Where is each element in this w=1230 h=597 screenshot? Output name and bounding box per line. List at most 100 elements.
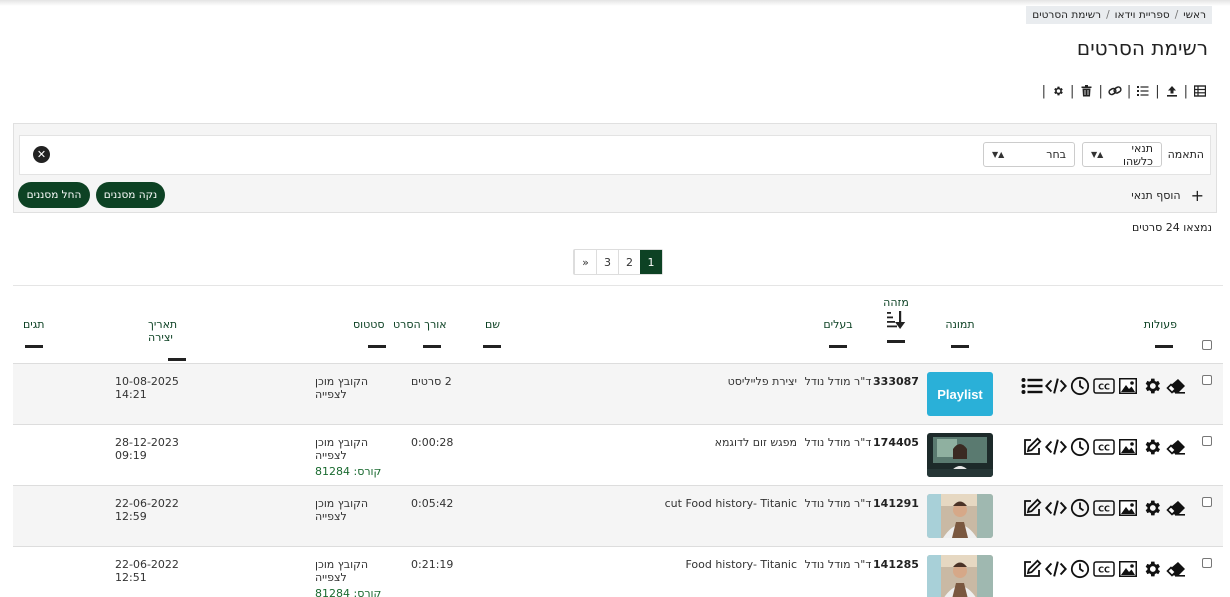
list-icon[interactable] [1021, 375, 1043, 397]
video-name[interactable]: יצירת פלייליסט [728, 375, 797, 388]
col-owner-label: בעלים [823, 318, 853, 331]
breadcrumb-home[interactable]: ראשי [1183, 9, 1206, 21]
edit-icon[interactable] [1021, 497, 1043, 519]
clock-icon[interactable] [1069, 436, 1091, 458]
col-duration[interactable]: אורך הסרט [393, 286, 483, 364]
toolbar-separator: | [1098, 83, 1103, 99]
condition-select[interactable]: תנאי כלשהו ▲▼ [1082, 141, 1162, 168]
filter-panel: התאמה תנאי כלשהו ▲▼ בחר ▲▼ ✕ + הוסף תנאי… [13, 123, 1217, 213]
thumbnail-image[interactable] [927, 555, 993, 597]
condition-select-value: תנאי כלשהו [1122, 141, 1153, 168]
captions-icon[interactable]: CC [1093, 497, 1115, 519]
gear-icon[interactable] [1141, 497, 1163, 519]
image-icon[interactable] [1117, 558, 1139, 580]
sort-dash-icon [483, 345, 501, 348]
eraser-icon[interactable] [1165, 375, 1187, 397]
sort-dash-icon [368, 345, 386, 348]
table-icon[interactable] [1192, 83, 1208, 99]
image-icon[interactable] [1117, 497, 1139, 519]
tags-cell [13, 547, 108, 597]
course-link[interactable]: קורס: 81284 [315, 465, 393, 478]
sort-dash-icon [168, 358, 186, 361]
status-text: הקובץ מוכן לצפייה [315, 375, 369, 401]
select-all-checkbox[interactable] [1202, 340, 1212, 350]
col-id[interactable]: מזהה [873, 286, 919, 364]
page-2[interactable]: 2 [618, 250, 640, 274]
next-page-button[interactable]: » [574, 250, 596, 274]
image-cell [919, 425, 1001, 486]
video-name[interactable]: Food history- Titanic [685, 558, 797, 571]
gear-icon[interactable] [1050, 83, 1066, 99]
add-condition-button[interactable]: + הוסף תנאי [1131, 186, 1204, 205]
gear-icon[interactable] [1141, 375, 1163, 397]
breadcrumb-video-library[interactable]: ספריית וידאו [1115, 9, 1170, 21]
apply-filters-button[interactable]: החל מסננים [18, 182, 90, 208]
image-icon[interactable] [1117, 375, 1139, 397]
captions-icon[interactable]: CC [1093, 558, 1115, 580]
toolbar-separator: | [1041, 83, 1047, 99]
eraser-icon[interactable] [1165, 558, 1187, 580]
col-duration-label: אורך הסרט [393, 318, 447, 331]
col-actions[interactable]: פעולות [1001, 286, 1191, 364]
course-link[interactable]: קורס: 81284 [315, 587, 393, 597]
row-select-cell [1191, 547, 1223, 597]
image-icon[interactable] [1117, 436, 1139, 458]
col-tags[interactable]: תגים [13, 286, 108, 364]
owner-cell: ד"ר מודל נודל [804, 375, 872, 388]
thumbnail-image[interactable] [927, 433, 993, 477]
remove-condition-icon[interactable]: ✕ [33, 146, 50, 163]
col-name[interactable]: שם [483, 286, 803, 364]
eraser-icon[interactable] [1165, 436, 1187, 458]
thumbnail-playlist[interactable]: Playlist [927, 372, 993, 416]
col-status[interactable]: סטטוס [203, 286, 393, 364]
row-checkbox[interactable] [1202, 558, 1212, 568]
col-owner[interactable]: בעלים [803, 286, 873, 364]
captions-icon[interactable]: CC [1093, 436, 1115, 458]
id-cell: 174405 [873, 436, 919, 449]
clock-icon[interactable] [1069, 497, 1091, 519]
link-icon[interactable] [1107, 83, 1123, 99]
clock-icon[interactable] [1069, 375, 1091, 397]
name-cell: יצירת פלייליסט [483, 364, 803, 425]
row-checkbox[interactable] [1202, 375, 1212, 385]
gear-icon[interactable] [1141, 558, 1163, 580]
col-id-label: מזהה [883, 296, 909, 309]
row-checkbox[interactable] [1202, 497, 1212, 507]
video-name[interactable]: cut Food history- Titanic [665, 497, 797, 510]
sort-descending-icon[interactable] [873, 310, 919, 333]
code-icon[interactable] [1045, 497, 1067, 519]
page-3[interactable]: 3 [596, 250, 618, 274]
row-checkbox[interactable] [1202, 436, 1212, 446]
video-name[interactable]: מפגש זום לדוגמא [715, 436, 797, 449]
col-created[interactable]: תאריך יצירה [108, 286, 203, 364]
col-image[interactable]: תמונה [919, 286, 1001, 364]
col-created-label: תאריך יצירה [148, 318, 178, 344]
sort-dash-icon [887, 340, 905, 343]
code-icon[interactable] [1045, 436, 1067, 458]
duration-cell: 0:00:28 [411, 436, 454, 449]
owner-cell: ד"ר מודל נודל [804, 436, 872, 449]
trash-icon[interactable] [1078, 83, 1094, 99]
image-cell [919, 547, 1001, 597]
thumbnail-image[interactable] [927, 494, 993, 538]
row-actions: CC [1001, 375, 1191, 397]
actions-cell: CC [1001, 364, 1191, 425]
edit-icon[interactable] [1021, 436, 1043, 458]
code-icon[interactable] [1045, 375, 1067, 397]
clock-icon[interactable] [1069, 558, 1091, 580]
table-header: פעולות תמונה מזהה בעלים שם אורך הסרט סטט… [13, 285, 1223, 364]
clear-filters-button[interactable]: נקה מסננים [96, 182, 165, 208]
gear-icon[interactable] [1141, 436, 1163, 458]
code-icon[interactable] [1045, 558, 1067, 580]
eraser-icon[interactable] [1165, 497, 1187, 519]
upload-icon[interactable] [1164, 83, 1180, 99]
sort-dash-icon [423, 345, 441, 348]
col-tags-label: תגים [23, 318, 45, 331]
page-1[interactable]: 1 [640, 250, 662, 274]
edit-icon[interactable] [1021, 558, 1043, 580]
captions-icon[interactable]: CC [1093, 375, 1115, 397]
field-select[interactable]: בחר ▲▼ [983, 142, 1075, 167]
list-icon[interactable] [1135, 83, 1151, 99]
duration-cell: 2 סרטים [411, 375, 452, 388]
svg-text:CC: CC [1098, 383, 1110, 392]
